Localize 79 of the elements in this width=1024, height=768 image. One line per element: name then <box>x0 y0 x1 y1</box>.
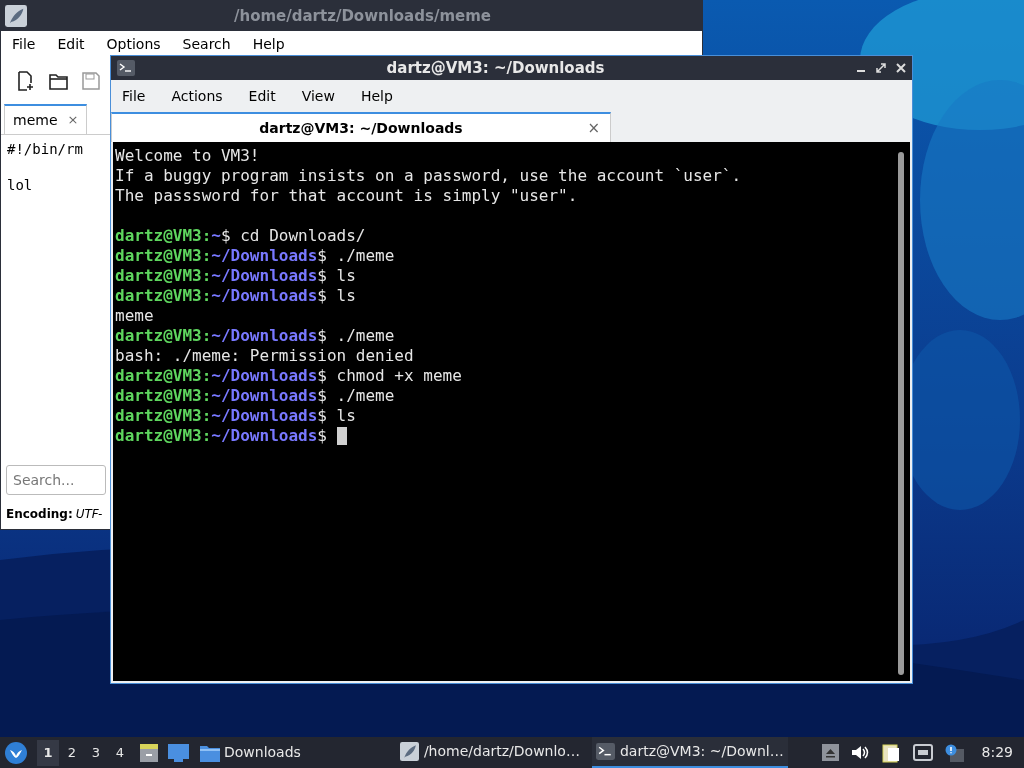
terminal-output: If a buggy program insists on a password, use the account `user`. <box>115 166 743 186</box>
prompt-user: dartz@VM3: <box>115 406 212 426</box>
prompt-user: dartz@VM3: <box>115 226 212 246</box>
window-title: dartz@VM3: ~/Downloads <box>385 57 606 79</box>
feather-icon <box>5 5 27 27</box>
prompt-path: ~/Downloads <box>211 266 318 286</box>
workspace-button[interactable]: 4 <box>109 739 131 766</box>
prompt-user: dartz@VM3: <box>115 266 212 286</box>
task-button[interactable]: /home/dartz/Downlo… <box>395 737 584 768</box>
menu-item[interactable]: View <box>301 85 335 107</box>
workspace-button[interactable]: 1 <box>37 739 59 766</box>
prompt-path: ~/Downloads <box>211 366 318 386</box>
command-text: $ ./meme <box>317 246 395 266</box>
folder-launcher[interactable]: Downloads <box>200 742 301 763</box>
prompt-user: dartz@VM3: <box>115 386 212 406</box>
menu-item[interactable]: File <box>122 85 146 107</box>
prompt-path: ~ <box>211 226 221 246</box>
document-tab[interactable]: meme × <box>4 104 88 134</box>
terminal-icon <box>595 743 615 760</box>
menu-item[interactable]: Actions <box>171 85 223 107</box>
command-text: $ ./meme <box>317 326 395 346</box>
menu-item[interactable]: Edit <box>57 33 85 55</box>
editor-line: lol <box>7 177 33 193</box>
menu-item[interactable]: Options <box>106 33 161 55</box>
menu-item[interactable]: Edit <box>248 85 276 107</box>
prompt-user: dartz@VM3: <box>115 326 212 346</box>
command-text: $ ./meme <box>317 386 395 406</box>
command-text: $ chmod +x meme <box>317 366 462 386</box>
menu-item[interactable]: Help <box>360 85 393 107</box>
command-text: $ ls <box>317 266 356 286</box>
new-file-icon[interactable] <box>17 71 35 91</box>
desktop-icon[interactable] <box>168 743 189 762</box>
prompt-path: ~/Downloads <box>211 286 318 306</box>
terminal-tab[interactable]: dartz@VM3: ~/Downloads × <box>111 112 611 142</box>
prompt-path: ~/Downloads <box>211 426 318 446</box>
prompt-path: ~/Downloads <box>211 406 318 426</box>
clipboard-icon[interactable] <box>880 742 901 763</box>
prompt-path: ~/Downloads <box>211 246 318 266</box>
feather-icon <box>399 742 419 761</box>
network-icon[interactable] <box>912 744 933 761</box>
close-icon[interactable]: × <box>587 116 600 140</box>
task-button[interactable]: dartz@VM3: ~/Downl… <box>591 737 788 768</box>
close-icon[interactable] <box>896 63 906 73</box>
encoding-value: UTF- <box>75 506 103 523</box>
prompt-user: dartz@VM3: <box>115 426 212 446</box>
close-icon[interactable]: × <box>67 110 79 130</box>
folder-icon <box>200 743 220 762</box>
command-text: $ cd Downloads/ <box>220 226 366 246</box>
terminal-icon <box>117 60 135 76</box>
menu-item[interactable]: Help <box>252 33 285 55</box>
folder-icon[interactable] <box>49 72 68 90</box>
eject-icon[interactable] <box>821 744 839 761</box>
command-text: $ <box>317 426 328 446</box>
clock: 8:29 <box>981 743 1013 762</box>
prompt-user: dartz@VM3: <box>115 246 212 266</box>
terminal-output: meme <box>115 306 155 326</box>
window-title: /home/dartz/Downloads/meme <box>233 5 492 27</box>
prompt-path: ~/Downloads <box>211 386 318 406</box>
terminal-output: bash: ./meme: Permission denied <box>115 346 415 366</box>
bird-icon[interactable] <box>5 741 27 764</box>
terminal-output: The passsword for that account is simply "user". <box>115 186 579 206</box>
menu-item[interactable]: File <box>12 33 36 55</box>
file-cabinet-icon[interactable] <box>139 742 159 763</box>
encoding-label: Encoding: <box>6 506 73 523</box>
editor-line: #!/bin/rm <box>7 141 83 157</box>
prompt-user: dartz@VM3: <box>115 366 212 386</box>
scrollbar[interactable] <box>898 152 904 675</box>
prompt-path: ~/Downloads <box>211 326 318 346</box>
command-text: $ ls <box>317 286 356 306</box>
terminal-output: Welcome to VM3! <box>115 146 261 166</box>
notification-icon[interactable] <box>944 743 964 762</box>
command-text: $ ls <box>317 406 356 426</box>
menu-item[interactable]: Search <box>182 33 231 55</box>
search-field[interactable]: Search... <box>6 465 106 495</box>
prompt-user: dartz@VM3: <box>115 286 212 306</box>
workspace-button[interactable]: 3 <box>85 739 107 766</box>
maximize-icon[interactable] <box>876 63 886 73</box>
speaker-icon[interactable] <box>850 744 869 761</box>
workspace-button[interactable]: 2 <box>61 739 83 766</box>
